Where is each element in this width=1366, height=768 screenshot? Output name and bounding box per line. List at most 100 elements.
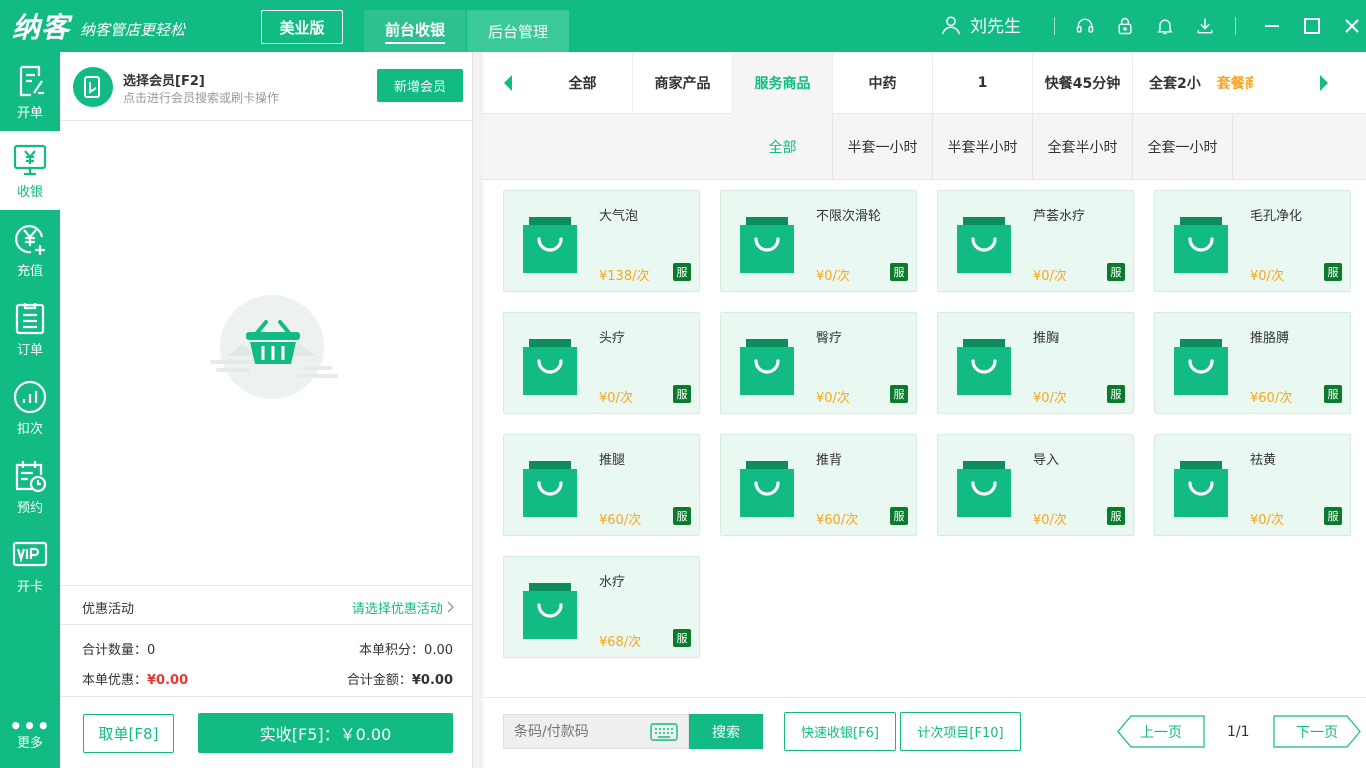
next-page-button[interactable]: 下一页 <box>1273 715 1361 748</box>
headset-icon[interactable] <box>1074 15 1096 37</box>
order-amount-label: 合计金额： <box>346 673 412 688</box>
page-indicator: 1/1 <box>1227 724 1250 740</box>
new-member-button[interactable]: 新增会员 <box>377 69 463 102</box>
pay-button[interactable]: 实收[F5]：￥0.00 <box>198 713 453 753</box>
product-card[interactable]: 推腿 ¥60/次 服 <box>503 434 700 536</box>
order-discount-label: 本单优惠： <box>82 673 148 688</box>
sidebar-item-cashier[interactable]: 收银 <box>0 131 60 210</box>
subcategory-tab[interactable]: 半套一小时 <box>833 114 933 180</box>
product-card[interactable]: 祛黄 ¥0/次 服 <box>1154 434 1351 536</box>
barcode-input[interactable] <box>504 715 644 748</box>
minimize-icon[interactable] <box>1258 12 1286 40</box>
order-discount: 本单优惠：¥0.00 <box>82 669 188 688</box>
sidebar-item-appointment[interactable]: 预约 <box>0 447 60 526</box>
sidebar-item-label: 开卡 <box>16 579 43 595</box>
shopping-bag-icon <box>740 461 794 517</box>
barcode-search <box>503 714 689 749</box>
category-tab[interactable]: 1 <box>933 52 1033 114</box>
sidebar-item-orders[interactable]: 订单 <box>0 289 60 368</box>
product-price: ¥0/次 <box>1033 391 1067 406</box>
triangle-left-icon <box>504 75 512 91</box>
product-card[interactable]: 臀疗 ¥0/次 服 <box>720 312 917 414</box>
maximize-icon[interactable] <box>1298 12 1326 40</box>
product-price: ¥0/次 <box>816 269 850 284</box>
service-badge: 服 <box>1107 385 1125 403</box>
vip-card-icon <box>12 541 48 566</box>
shopping-bag-icon <box>523 583 577 639</box>
order-panel: 选择会员[F2] 点击进行会员搜索或刷卡操作 新增会员 优惠活动 请选择优惠活动… <box>60 52 473 768</box>
sidebar-item-label: 充值 <box>16 263 43 279</box>
logo-slogan: 纳客管店更轻松 <box>80 20 186 39</box>
product-card[interactable]: 芦荟水疗 ¥0/次 服 <box>937 190 1134 292</box>
chevron-right-icon <box>447 601 454 613</box>
promo-select-link[interactable]: 请选择优惠活动 <box>352 598 455 617</box>
subcategory-bar: 全部 半套一小时 半套半小时 全套半小时 全套一小时 <box>483 114 1366 180</box>
product-price: ¥0/次 <box>1250 269 1284 284</box>
category-tab[interactable]: 中药 <box>833 52 933 114</box>
product-card[interactable]: 推胸 ¥0/次 服 <box>937 312 1134 414</box>
category-tab[interactable]: 全部 <box>533 52 633 114</box>
subcategory-tab[interactable]: 全部 <box>733 114 833 180</box>
sidebar-item-open-order[interactable]: 开单 <box>0 52 60 131</box>
prev-page-button[interactable]: 上一页 <box>1117 715 1205 748</box>
subcategory-tab[interactable]: 全套一小时 <box>1133 114 1233 180</box>
product-price: ¥0/次 <box>599 391 633 406</box>
product-card[interactable]: 推胳膊 ¥60/次 服 <box>1154 312 1351 414</box>
package-goods-label: 套餐商品 <box>1216 76 1253 92</box>
category-prev-arrow[interactable] <box>483 52 533 114</box>
recharge-icon <box>15 224 45 255</box>
next-page-label: 下一页 <box>1296 724 1338 741</box>
product-card[interactable]: 导入 ¥0/次 服 <box>937 434 1134 536</box>
sidebar-more[interactable]: ••• 更多 <box>0 710 60 760</box>
title-bar: 纳客 纳客管店更轻松 美业版 前台收银 后台管理 刘先生 <box>0 0 1366 52</box>
deduct-icon <box>13 380 47 413</box>
subcategory-tab[interactable]: 全套半小时 <box>1033 114 1133 180</box>
edition-button[interactable]: 美业版 <box>261 10 343 44</box>
quick-cashier-button[interactable]: 快速收银[F6] <box>784 712 896 751</box>
service-badge: 服 <box>673 263 691 281</box>
sidebar-item-deduct[interactable]: 扣次 <box>0 368 60 447</box>
sidebar-item-recharge[interactable]: 充值 <box>0 210 60 289</box>
service-badge: 服 <box>673 507 691 525</box>
product-card[interactable]: 头疗 ¥0/次 服 <box>503 312 700 414</box>
product-card[interactable]: 推背 ¥60/次 服 <box>720 434 917 536</box>
product-area: 全部 商家产品 服务商品 中药 1 快餐45分钟 全套2小 套餐商品 全部 半套… <box>483 52 1366 768</box>
app-logo: 纳客 纳客管店更轻松 <box>12 6 185 46</box>
category-tab[interactable]: 全套2小 套餐商品 <box>1133 52 1253 114</box>
promo-row[interactable]: 优惠活动 请选择优惠活动 <box>60 585 473 625</box>
bell-icon[interactable] <box>1154 15 1176 37</box>
product-name: 臀疗 <box>816 331 843 346</box>
category-tab[interactable]: 商家产品 <box>633 52 733 114</box>
take-order-button[interactable]: 取单[F8] <box>83 714 174 753</box>
member-select[interactable]: 选择会员[F2] 点击进行会员搜索或刷卡操作 新增会员 <box>60 52 473 121</box>
order-list-icon <box>15 302 45 334</box>
tab-back-office[interactable]: 后台管理 <box>467 10 569 52</box>
download-icon[interactable] <box>1194 15 1216 37</box>
product-card[interactable]: 不限次滑轮 ¥0/次 服 <box>720 190 917 292</box>
product-name: 推腿 <box>599 453 626 468</box>
count-items-button[interactable]: 计次项目[F10] <box>900 712 1021 751</box>
category-next-arrow[interactable] <box>1299 52 1349 114</box>
service-badge: 服 <box>890 507 908 525</box>
order-points-label: 本单积分： <box>359 643 425 658</box>
subcategory-tab[interactable]: 半套半小时 <box>933 114 1033 180</box>
user-menu[interactable]: 刘先生 <box>940 12 1021 37</box>
lock-icon[interactable] <box>1114 15 1136 37</box>
category-tab[interactable]: 服务商品 <box>733 52 833 114</box>
sidebar-item-open-card[interactable]: 开卡 <box>0 526 60 605</box>
product-name: 芦荟水疗 <box>1033 209 1086 224</box>
search-button[interactable]: 搜索 <box>689 714 763 749</box>
service-badge: 服 <box>1324 507 1342 525</box>
category-tab-label: 全套2小 <box>1149 76 1201 92</box>
tab-front-cashier[interactable]: 前台收银 <box>364 10 466 52</box>
product-card[interactable]: 毛孔净化 ¥0/次 服 <box>1154 190 1351 292</box>
category-tab[interactable]: 快餐45分钟 <box>1033 52 1133 114</box>
sidebar-item-label: 扣次 <box>16 421 43 437</box>
keyboard-icon[interactable] <box>650 723 678 741</box>
sidebar-item-label: 收银 <box>16 184 43 200</box>
product-card[interactable]: 水疗 ¥68/次 服 <box>503 556 700 658</box>
product-name: 导入 <box>1033 453 1060 468</box>
total-qty-label: 合计数量： <box>82 643 148 658</box>
close-icon[interactable] <box>1338 12 1366 40</box>
product-card[interactable]: 大气泡 ¥138/次 服 <box>503 190 700 292</box>
